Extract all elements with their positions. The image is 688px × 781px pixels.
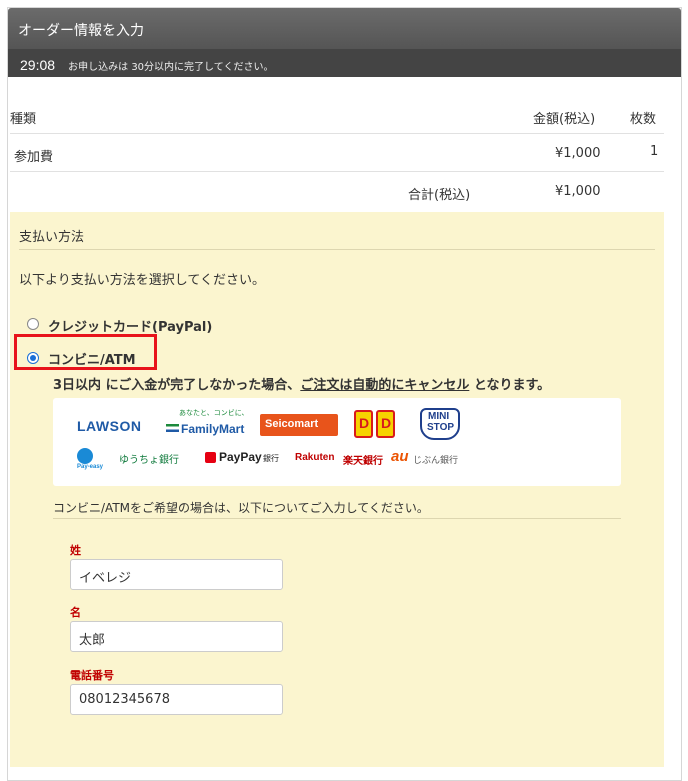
familymart-logo: FamilyMart <box>181 422 245 436</box>
paypay-logo: PayPay <box>219 450 262 464</box>
first-name-label: 名 <box>70 606 81 619</box>
total-amount: ¥1,000 <box>555 184 601 199</box>
option-convenience-atm-label[interactable]: コンビニ/ATM <box>48 349 136 368</box>
rakuten-bank-suffix: 楽天銀行 <box>343 456 383 467</box>
countdown-timer: 29:08 <box>20 57 56 73</box>
payment-section: 支払い方法 以下より支払い方法を選択してください。 クレジットカード(PayPa… <box>10 212 664 767</box>
ministop-logo-line2: STOP <box>427 422 455 433</box>
divider <box>53 518 621 519</box>
familymart-tagline: あなたと、コンビに、 <box>179 410 249 417</box>
timer-bar: 29:08 お申し込みは 30分以内に完了してください。 <box>8 49 681 77</box>
phone-label: 電話番号 <box>70 669 114 682</box>
page-title: オーダー情報を入力 <box>8 8 681 49</box>
column-header-amount: 金額(税込) <box>533 112 596 127</box>
warning-cancel-text: ご注文は自動的にキャンセル <box>300 378 470 393</box>
lawson-logo: LAWSON <box>77 418 142 434</box>
daily-logo: D <box>359 415 370 431</box>
first-name-input[interactable]: 太郎 <box>70 621 283 652</box>
last-name-input[interactable]: イベレジ <box>70 559 283 590</box>
column-header-type: 種類 <box>10 112 37 127</box>
paypay-icon <box>205 452 216 463</box>
ticket-table: 種類 金額(税込) 枚数 参加費 ¥1,000 1 合計(税込) ¥1,000 <box>10 96 664 210</box>
payment-logos: LAWSON あなたと、コンビに、 FamilyMart Seicomart D… <box>53 398 621 486</box>
payment-title: 支払い方法 <box>19 230 85 245</box>
payeasy-icon <box>77 448 93 464</box>
column-header-count: 枚数 <box>630 112 657 127</box>
rakuten-logo: Rakuten <box>295 452 335 463</box>
convenience-instruction: コンビニ/ATMをご希望の場合は、以下についてご入力してください。 <box>53 501 429 515</box>
divider <box>19 249 655 250</box>
total-row: 合計(税込) ¥1,000 <box>10 172 664 210</box>
last-name-label: 姓 <box>70 544 81 557</box>
radio-credit-card[interactable] <box>27 318 39 330</box>
warning-suffix: となります。 <box>469 378 551 393</box>
au-bank-suffix: じぶん銀行 <box>413 455 459 465</box>
total-label: 合計(税込) <box>408 188 471 203</box>
row-count: 1 <box>650 144 659 159</box>
payment-instruction: 以下より支払い方法を選択してください。 <box>19 273 265 288</box>
ministop-logo-line1: MINI <box>428 411 450 422</box>
payeasy-logo: Pay-easy <box>77 464 104 470</box>
option-credit-card-label[interactable]: クレジットカード(PayPal) <box>48 316 212 335</box>
warning-prefix: 3日以内 にご入金が完了しなかった場合、 <box>53 378 301 393</box>
table-row: 参加費 ¥1,000 1 <box>10 134 664 172</box>
row-amount: ¥1,000 <box>555 146 601 161</box>
phone-input[interactable]: 08012345678 <box>70 684 283 715</box>
yucho-logo: ゆうちょ銀行 <box>119 455 179 466</box>
au-logo: au <box>391 448 409 465</box>
row-type: 参加費 <box>14 150 54 165</box>
timer-note: お申し込みは 30分以内に完了してください。 <box>68 62 274 73</box>
table-header: 種類 金額(税込) 枚数 <box>10 96 664 134</box>
paypay-bank-suffix: 銀行 <box>263 454 279 463</box>
radio-convenience-atm[interactable] <box>27 352 39 364</box>
cancel-warning: 3日以内 にご入金が完了しなかった場合、ご注文は自動的にキャンセル となります。 <box>53 374 550 393</box>
seicomart-logo: Seicomart <box>265 418 319 430</box>
familymart-stripe-icon <box>166 424 179 432</box>
daily-logo-2: D <box>381 415 392 431</box>
